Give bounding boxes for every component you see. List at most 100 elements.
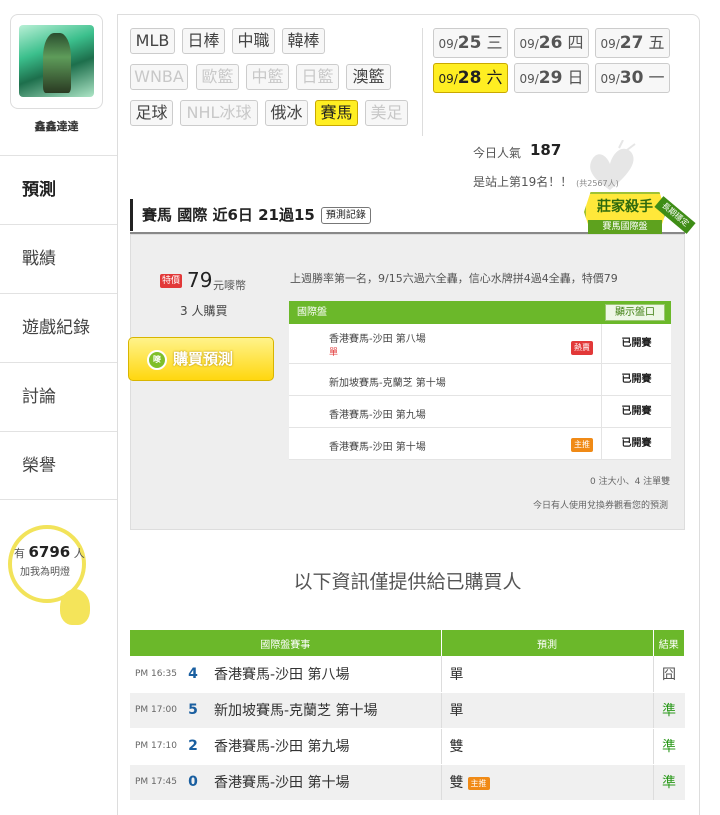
intl-table-header: 國際盤 顯示盤口 [289, 301, 671, 324]
nav-item-discussion[interactable]: 討論 [0, 362, 117, 431]
fan-lightbulb-button[interactable]: 有 6796 人 加我為明燈 [8, 525, 94, 625]
race-status: 已開賽 [601, 364, 671, 395]
price-unit: 元嘜幣 [213, 279, 246, 292]
col-header-result: 結果 [653, 630, 685, 656]
username[interactable]: 鑫鑫達達 [10, 118, 103, 134]
sport-tab-jp-basketball[interactable]: 日籃 [296, 64, 339, 90]
table-row: PM 17:45 0 香港賽馬-沙田 第十場 雙主推 準 [130, 764, 685, 801]
col-header-prediction: 預測 [441, 630, 654, 656]
nav-item-honors[interactable]: 榮譽 [0, 431, 117, 500]
race-time: PM 17:00 [130, 692, 178, 729]
sport-tab-nbl[interactable]: 澳籃 [346, 64, 391, 90]
results-table: 國際盤賽事 預測 結果 PM 16:35 4 香港賽馬-沙田 第八場 單 囧 P… [130, 630, 685, 801]
lightbulb-icon [60, 589, 90, 625]
sport-tab-euro-basketball[interactable]: 歐籃 [196, 64, 239, 90]
coin-icon: 嘜 [147, 350, 167, 370]
race-name: 香港賽馬-沙田 第八場 [329, 334, 426, 345]
divider [422, 28, 423, 136]
race-pick: 單 [329, 348, 339, 358]
special-price-tag: 特價 [160, 274, 182, 288]
sport-tab-npb[interactable]: 日棒 [182, 28, 225, 54]
buy-prediction-button[interactable]: 嘜 購買預測 [128, 337, 274, 381]
fan-count: 有 6796 人 [14, 543, 85, 561]
avatar-image [19, 25, 94, 97]
sport-tab-wnba[interactable]: WNBA [130, 64, 188, 90]
race-status: 已開賽 [601, 428, 671, 459]
main-pick-tag: 主推 [467, 776, 490, 790]
race-time: PM 16:35 [130, 656, 178, 693]
table-row: 香港賽馬-沙田 第九場 已開賽 [289, 396, 671, 428]
badge-subtitle: 賽馬國際盤 [588, 220, 662, 234]
prediction-title: 賽馬 國際 近6日 21過15 [142, 206, 315, 224]
sport-tab-horse-racing[interactable]: 賽馬 [315, 100, 358, 126]
race-name: 香港賽馬-沙田 第十場 [208, 764, 442, 801]
hot-sale-tag: 熱賣 [571, 341, 593, 355]
table-row: 新加坡賽馬-克蘭芝 第十場 已開賽 [289, 364, 671, 396]
coupon-note: 今日有人使用兌換券觀看您的預測 [533, 501, 669, 511]
buy-prediction-label: 購買預測 [173, 350, 234, 368]
fan-caption: 加我為明燈 [20, 567, 70, 578]
race-name: 香港賽馬-沙田 第十場 [329, 442, 426, 453]
page-root: 鑫鑫達達 預測 戰績 遊戲紀錄 討論 榮譽 有 6796 人 加我為明燈 MLB… [0, 0, 720, 815]
sport-tab-khl[interactable]: 俄冰 [265, 100, 308, 126]
race-number: 5 [178, 692, 208, 729]
table-row: 香港賽馬-沙田 第十場 主推 已開賽 [289, 428, 671, 460]
race-result: 準 [653, 692, 685, 729]
race-status: 已開賽 [601, 324, 671, 363]
popularity-count: 187 [530, 141, 562, 159]
race-prediction: 雙主推 [441, 764, 654, 801]
main-pick-tag: 主推 [571, 438, 593, 452]
race-name: 新加坡賽馬-克蘭芝 第十場 [329, 378, 446, 389]
race-time: PM 17:45 [130, 764, 178, 801]
race-prediction: 雙 [441, 728, 654, 765]
sport-tab-nhl[interactable]: NHL冰球 [180, 100, 258, 126]
popularity-label: 今日人氣 [473, 146, 522, 160]
date-tab-0930[interactable]: 09/30 一 [595, 63, 670, 93]
badge-title: 莊家殺手 [597, 199, 653, 215]
nav-item-game-history[interactable]: 遊戲紀錄 [0, 293, 117, 362]
date-tab-0927[interactable]: 09/27 五 [595, 28, 670, 58]
table-row: PM 17:10 2 香港賽馬-沙田 第九場 雙 準 [130, 728, 685, 765]
sport-tab-cba[interactable]: 中籃 [246, 64, 289, 90]
race-number: 4 [178, 656, 208, 693]
date-tab-0928[interactable]: 09/28 六 [433, 63, 508, 93]
intl-table: 國際盤 顯示盤口 香港賽馬-沙田 第八場 單 熱賣 已開賽 新加坡賽馬-克蘭芝 … [289, 301, 671, 460]
purchaser-only-title: 以下資訊僅提供給已購買人 [293, 571, 522, 593]
bet-count-note: 0 注大小、4 注單雙 [590, 477, 671, 487]
race-prediction: 單 [441, 656, 654, 693]
race-prediction: 單 [441, 692, 654, 729]
race-number: 0 [178, 764, 208, 801]
race-number: 2 [178, 728, 208, 765]
sport-tab-kbo[interactable]: 韓棒 [282, 28, 325, 54]
nav-item-record[interactable]: 戰績 [0, 224, 117, 293]
race-prediction-value: 雙 [449, 775, 464, 791]
date-tab-0929[interactable]: 09/29 日 [514, 63, 589, 93]
show-odds-button[interactable]: 顯示盤口 [605, 304, 665, 321]
sport-tab-nfl[interactable]: 美足 [365, 100, 408, 126]
race-name: 香港賽馬-沙田 第九場 [208, 728, 442, 765]
sport-tab-mlb[interactable]: MLB [130, 28, 175, 54]
race-time: PM 17:10 [130, 728, 178, 765]
sport-tab-cpbl[interactable]: 中職 [232, 28, 275, 54]
race-result: 準 [653, 728, 685, 765]
col-header-event: 國際盤賽事 [130, 630, 442, 656]
race-name: 新加坡賽馬-克蘭芝 第十場 [208, 692, 442, 729]
table-row: PM 17:00 5 新加坡賽馬-克蘭芝 第十場 單 準 [130, 692, 685, 729]
race-result: 準 [653, 764, 685, 801]
race-status: 已開賽 [601, 396, 671, 427]
date-tab-0926[interactable]: 09/26 四 [514, 28, 589, 58]
avatar[interactable] [10, 14, 103, 109]
nav-item-predictions[interactable]: 預測 [0, 155, 117, 224]
race-result: 囧 [653, 656, 685, 693]
date-tab-0925[interactable]: 09/25 三 [433, 28, 508, 58]
race-name: 香港賽馬-沙田 第八場 [208, 656, 442, 693]
table-row: PM 16:35 4 香港賽馬-沙田 第八場 單 囧 [130, 656, 685, 693]
prediction-header: 賽馬 國際 近6日 21過15 預測記錄 [130, 199, 580, 231]
sport-tab-soccer[interactable]: 足球 [130, 100, 173, 126]
intl-table-title: 國際盤 [297, 307, 327, 318]
buyer-count: 3 人購買 [180, 304, 228, 318]
table-row: 香港賽馬-沙田 第八場 單 熱賣 已開賽 [289, 324, 671, 364]
prediction-description: 上週勝率第一名，9/15六過六全轟，信心水牌拼4過4全轟，特價79 [290, 272, 618, 285]
prediction-record-button[interactable]: 預測記錄 [320, 207, 371, 224]
price: 79 [187, 268, 213, 292]
